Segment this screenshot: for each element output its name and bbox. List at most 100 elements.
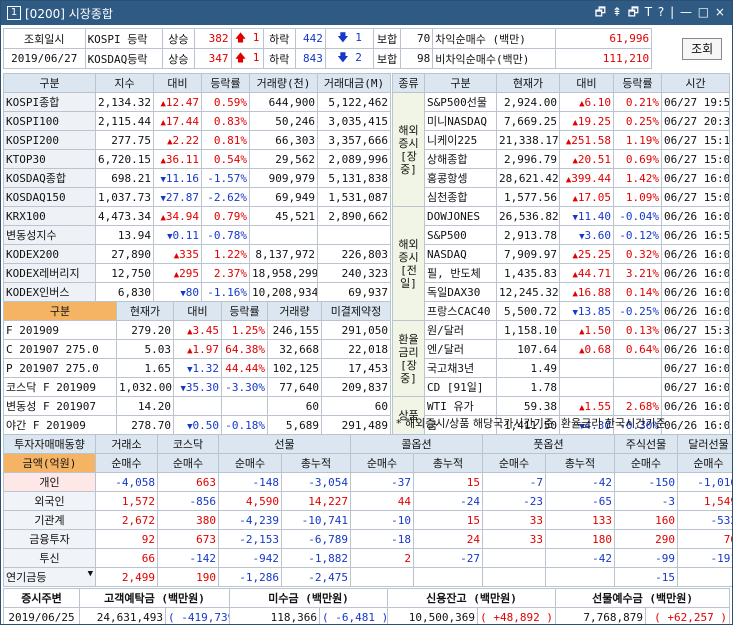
index-rate: 0.81% bbox=[201, 130, 250, 150]
open-interest: 209,837 bbox=[321, 377, 391, 397]
index-row[interactable]: KRX100 4,473.34 ▲34.94 0.79% 45,521 2,890,662 bbox=[3, 206, 391, 226]
derivatives-row[interactable]: 야간 F 201909 278.70 ▼0.50 -0.18% 5,689 291,489 bbox=[3, 415, 391, 435]
index-amount: 240,323 bbox=[317, 263, 391, 283]
world-market-row[interactable]: 심천종합1,577.56▲17.051.09%06/27 15:00 bbox=[393, 187, 730, 207]
derivatives-row[interactable]: P 201907 275.0 1.65 ▼1.32 44.44% 102,125 17,4… bbox=[3, 358, 391, 378]
index-change: ▲295 bbox=[153, 263, 202, 283]
investor-row[interactable]: 금융투자92673-2,153-6,789-18243318029076 bbox=[3, 529, 732, 549]
index-row[interactable]: KOSPI100 2,115.44 ▲17.44 0.83% 50,246 3,035,4… bbox=[3, 111, 391, 131]
world-market-row[interactable]: 상해종합2,996.79▲20.510.69%06/27 15:00 bbox=[393, 149, 730, 169]
world-market-row[interactable]: NASDAQ7,909.97▲25.250.32%06/26 16:01 bbox=[393, 244, 730, 264]
market-rate: 0.69% bbox=[613, 149, 662, 169]
derivatives-row[interactable]: 변동성 F 201907 14.20 60 60 bbox=[3, 396, 391, 416]
investor-group-header[interactable]: 코스닥 bbox=[157, 434, 219, 454]
derivatives-col-header[interactable]: 미결제약정 bbox=[321, 301, 391, 321]
world-col-header[interactable]: 시간 bbox=[661, 73, 730, 93]
title-bar[interactable]: 1 [0200] 시장종합 🗗 ⇞ 🗗 T ? | — □ × bbox=[1, 1, 732, 25]
contract-name: 변동성 F 201907 bbox=[3, 396, 117, 416]
investor-value: -24 bbox=[413, 491, 483, 511]
investor-group-header[interactable]: 풋옵션 bbox=[482, 434, 615, 454]
investor-group-header[interactable]: 선물 bbox=[218, 434, 351, 454]
index-row[interactable]: KODEX레버리지 12,750 ▲295 2.37% 18,958,299 240,32… bbox=[3, 263, 391, 283]
derivatives-col-header[interactable]: 거래량 bbox=[267, 301, 322, 321]
investor-row[interactable]: 투신66-142-942-1,8822-27 -42-99-191 bbox=[3, 548, 732, 568]
derivatives-col-header[interactable]: 등락률 bbox=[221, 301, 268, 321]
index-row[interactable]: KOSPI종합 2,134.32 ▲12.47 0.59% 644,900 5,122,4… bbox=[3, 92, 391, 112]
investor-value: -10,741 bbox=[281, 510, 351, 530]
investor-group-header[interactable]: 달러선물 bbox=[677, 434, 732, 454]
world-col-header[interactable]: 대비 bbox=[559, 73, 614, 93]
market-price: 12,245.32 bbox=[496, 282, 560, 302]
investor-row[interactable]: 기관계 2,672 380 -4,239 -10,741 -10 15 33 133 160 -53… bbox=[3, 510, 732, 530]
derivatives-col-header[interactable]: 구분 bbox=[3, 301, 117, 321]
index-row[interactable]: KOSDAQ150 1,037.73 ▼27.87 -2.62% 69,949 1,531… bbox=[3, 187, 391, 207]
world-market-row[interactable]: 독일DAX3012,245.32▲16.880.14%06/26 16:00 bbox=[393, 282, 730, 302]
index-row[interactable]: KOSPI200 277.75 ▲2.22 0.81% 66,303 3,357,666 bbox=[3, 130, 391, 150]
index-col-header[interactable]: 구분 bbox=[3, 73, 96, 93]
investor-value: -10 bbox=[350, 510, 414, 530]
world-market-row[interactable]: S&P5002,913.78▼3.60-0.12%06/26 16:57 bbox=[393, 225, 730, 245]
market-change: ▲0.68 bbox=[559, 339, 614, 359]
investor-row[interactable]: 연기금등 ▼ 2,499 190 -1,286 -2,475 -15 bbox=[3, 567, 732, 587]
index-row[interactable]: KODEX인버스 6,830 ▼80 -1.16% 10,208,934 69,937 bbox=[3, 282, 391, 302]
derivatives-row[interactable]: F 201909 279.20 ▲3.45 1.25% 246,155 291,050 bbox=[3, 320, 391, 340]
market-change: ▲19.25 bbox=[559, 111, 614, 131]
query-button[interactable]: 조회 bbox=[682, 37, 723, 60]
investor-value: 290 bbox=[614, 529, 678, 549]
world-market-row[interactable]: 상품WTI 유가59.38▲1.552.68%06/26 16:00 bbox=[392, 396, 730, 435]
world-market-row[interactable]: 국고채3년1.49 06/27 16:00 bbox=[393, 358, 730, 378]
world-col-header[interactable]: 구분 bbox=[424, 73, 497, 93]
investor-row[interactable]: 외국인 1,572 -856 4,590 14,227 44 -24 -23 -65 -3 1,54… bbox=[3, 491, 732, 511]
change-value: 35.30 bbox=[185, 380, 219, 394]
world-col-header[interactable]: 종류 bbox=[392, 73, 425, 93]
investor-group-header[interactable]: 투자자매매동향 bbox=[3, 434, 96, 454]
derivatives-col-header[interactable]: 대비 bbox=[173, 301, 222, 321]
index-col-header[interactable]: 지수 bbox=[95, 73, 154, 93]
market-change: ▲17.05 bbox=[559, 187, 614, 207]
market-price: 2,913.78 bbox=[496, 225, 560, 245]
index-rate: 0.59% bbox=[201, 92, 250, 112]
world-market-row[interactable]: CD [91일]1.78 06/27 16:00 bbox=[393, 377, 730, 397]
investor-row[interactable]: 개인 -4,058 663 -148 -3,054 -37 15 -7 -42 -150 -1,01… bbox=[3, 472, 732, 492]
derivatives-row[interactable]: C 201907 275.0 5.03 ▲1.97 64.38% 32,668 22,01… bbox=[3, 339, 391, 359]
world-col-header[interactable]: 등락률 bbox=[613, 73, 662, 93]
world-market-row[interactable]: 해외 증시 [장중] S&P500선물 2,924.00 ▲6.10 0.21% 06/2… bbox=[392, 92, 730, 207]
market-price: 21,338.17 bbox=[496, 130, 560, 150]
world-market-row[interactable]: 환율 금리 [장중] 원/달러 1,158.10 ▲1.50 0.13% 06/27 15… bbox=[392, 320, 730, 397]
world-market-row[interactable]: 홍콩항셍28,621.42▲399.441.42%06/27 16:08 bbox=[393, 168, 730, 188]
investor-value: -532 bbox=[677, 510, 732, 530]
index-row[interactable]: KODEX200 27,890 ▲335 1.22% 8,137,972 226,803 bbox=[3, 244, 391, 264]
investor-group-header[interactable]: 콜옵션 bbox=[350, 434, 483, 454]
index-col-header[interactable]: 등락률 bbox=[201, 73, 250, 93]
derivatives-col-header[interactable]: 현재가 bbox=[116, 301, 174, 321]
upper-limit-cell: 🡅 1 bbox=[230, 28, 264, 49]
investor-group-header[interactable]: 거래소 bbox=[95, 434, 158, 454]
world-col-header[interactable]: 현재가 bbox=[496, 73, 560, 93]
world-market-row[interactable]: 미니NASDAQ7,669.25▲19.250.25%06/27 20:31 bbox=[393, 111, 730, 131]
index-row[interactable]: KOSDAQ종합 698.21 ▼11.16 -1.57% 909,979 5,131,8… bbox=[3, 168, 391, 188]
contract-price: 279.20 bbox=[116, 320, 174, 340]
world-market-row[interactable]: 니케이22521,338.17▲251.581.19%06/27 15:15 bbox=[393, 130, 730, 150]
window-controls[interactable]: 🗗 ⇞ 🗗 T ? | — □ × bbox=[595, 3, 726, 24]
index-col-header[interactable]: 거래량(천) bbox=[249, 73, 318, 93]
world-market-row[interactable]: 엔/달러107.64▲0.680.64%06/26 16:00 bbox=[393, 339, 730, 359]
market-change bbox=[559, 358, 614, 378]
investor-value: 190 bbox=[157, 567, 219, 587]
index-amount: 3,035,415 bbox=[317, 111, 391, 131]
world-market-row[interactable]: 해외 증시 [전일] DOWJONES 26,536.82 ▼11.40 -0.04% 0… bbox=[392, 206, 730, 321]
investor-group-header[interactable]: 주식선물 bbox=[614, 434, 678, 454]
index-row[interactable]: KTOP30 6,720.15 ▲36.11 0.54% 29,562 2,089,996 bbox=[3, 149, 391, 169]
dropdown-arrow-icon[interactable]: ▼ bbox=[88, 569, 93, 579]
market-name: 원/달러 bbox=[424, 320, 497, 340]
investor-select[interactable]: 연기금등 ▼ bbox=[3, 567, 96, 587]
world-market-row[interactable]: 프랑스CAC405,500.72▼13.85-0.25%06/26 16:00 bbox=[393, 301, 730, 321]
world-market-row[interactable]: 필, 반도체1,435.83▲44.713.21%06/26 16:01 bbox=[393, 263, 730, 283]
market-time: 06/27 16:00 bbox=[661, 358, 730, 378]
index-col-header[interactable]: 거래대금(M) bbox=[317, 73, 391, 93]
market-name: NASDAQ bbox=[424, 244, 497, 264]
index-row[interactable]: 변동성지수 13.94 ▼0.11 -0.78% bbox=[3, 225, 391, 245]
index-amount bbox=[317, 225, 391, 245]
derivatives-row[interactable]: 코스닥 F 201909 1,032.00 ▼35.30 -3.30% 77,640 20… bbox=[3, 377, 391, 397]
index-col-header[interactable]: 대비 bbox=[153, 73, 202, 93]
market-time: 06/27 15:30 bbox=[661, 320, 730, 340]
